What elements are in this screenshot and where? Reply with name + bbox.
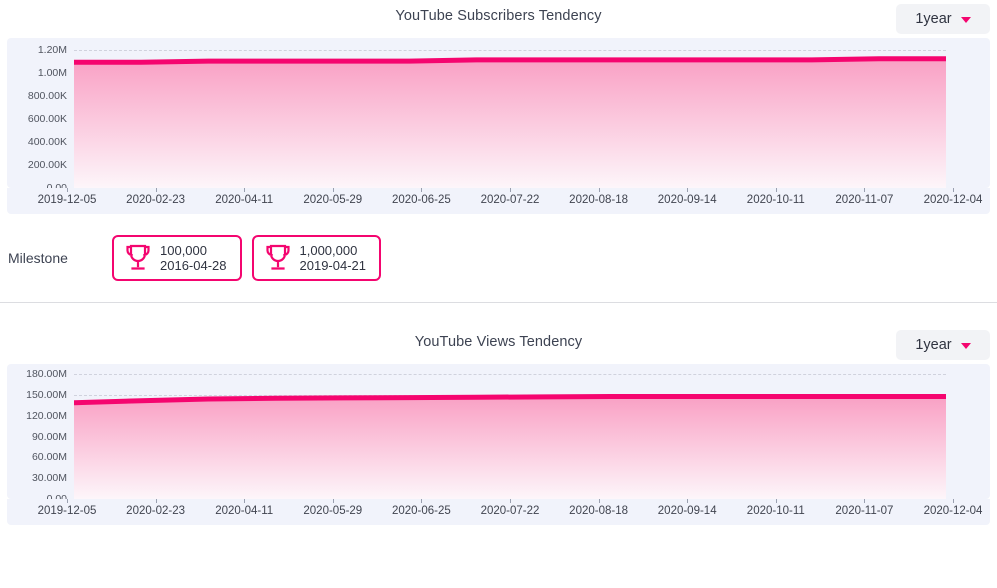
milestone-card[interactable]: 1,000,000 2019-04-21 bbox=[251, 235, 381, 281]
x-axis-tick-mark bbox=[510, 499, 511, 503]
x-axis-tick-mark bbox=[421, 188, 423, 192]
chevron-down-icon bbox=[960, 17, 971, 23]
subscribers-chart-title: YouTube Subscribers Tendency bbox=[395, 8, 602, 24]
x-axis-tick-mark bbox=[67, 499, 68, 503]
y-axis-tick-label: 400.00K bbox=[27, 135, 67, 148]
milestone-value: 1,000,000 bbox=[299, 242, 358, 258]
x-axis-tick-mark bbox=[687, 188, 689, 192]
y-axis-tick-label: 600.00K bbox=[27, 112, 67, 125]
milestone-date: 2019-04-21 bbox=[299, 258, 367, 273]
milestone-date: 2016-04-28 bbox=[160, 258, 227, 273]
x-axis-tick-mark bbox=[864, 188, 866, 192]
x-axis-tick-mark bbox=[155, 188, 157, 192]
x-axis-tick-label: 2020-05-29 bbox=[303, 505, 363, 517]
series-area-fill bbox=[74, 58, 946, 188]
x-axis-tick-label: 2020-11-07 bbox=[835, 505, 894, 517]
x-axis-tick-label: 2020-04-11 bbox=[215, 505, 274, 517]
milestone-card-list: 100,000 2016-04-28 1,000,000 2019-04-21 bbox=[112, 235, 381, 281]
trophy-icon bbox=[265, 244, 290, 270]
subscribers-y-axis: 0.00200.00K400.00K600.00K800.00K1.00M1.2… bbox=[7, 38, 72, 194]
y-axis-tick-label: 800.00K bbox=[27, 89, 67, 102]
x-axis-tick-mark bbox=[687, 499, 689, 503]
y-axis-tick-label: 120.00M bbox=[26, 409, 67, 422]
subscribers-plot bbox=[74, 38, 946, 189]
y-axis-tick-label: 30.00M bbox=[31, 472, 67, 485]
x-axis-tick-label: 2020-09-14 bbox=[657, 505, 717, 517]
x-axis-tick-label: 2020-02-23 bbox=[126, 505, 186, 517]
chart-series-graphic bbox=[74, 38, 946, 188]
x-axis-tick-mark bbox=[155, 499, 157, 503]
subscribers-x-axis: 2019-12-05 2020-02-23 2020-04-11 2020-05-29… bbox=[7, 188, 990, 214]
x-axis-tick-label: 2020-06-25 bbox=[391, 505, 451, 517]
x-axis-tick-mark bbox=[598, 188, 600, 192]
x-axis-tick-label: 2020-12-04 bbox=[923, 505, 983, 517]
subscribers-range-dropdown[interactable]: 1year bbox=[896, 4, 990, 34]
x-axis-tick-mark bbox=[244, 499, 246, 503]
subscribers-panel: YouTube Subscribers Tendency 1year 0.002… bbox=[0, 0, 997, 326]
x-axis-tick-mark bbox=[775, 188, 777, 192]
x-axis-tick-label: 2020-10-11 bbox=[746, 505, 805, 517]
series-line bbox=[74, 59, 946, 62]
views-panel: YouTube Views Tendency 1year 0.0030.00M6… bbox=[0, 326, 997, 525]
x-axis-tick-mark bbox=[510, 188, 511, 192]
y-axis-tick-label: 1.00M bbox=[37, 66, 67, 79]
x-axis-tick-label: 2020-05-29 bbox=[303, 194, 363, 206]
chart-series-graphic bbox=[74, 364, 946, 499]
x-axis-tick-label: 2020-10-11 bbox=[746, 194, 805, 206]
series-area-fill bbox=[74, 396, 946, 499]
y-axis-tick-label: 60.00M bbox=[31, 451, 67, 464]
views-range-label: 1year bbox=[915, 337, 952, 353]
x-axis-tick-label: 2020-08-18 bbox=[569, 505, 629, 517]
chevron-down-icon bbox=[960, 343, 971, 349]
subscribers-chart-plot-area: 0.00200.00K400.00K600.00K800.00K1.00M1.2… bbox=[7, 38, 990, 194]
x-axis-tick-label: 2019-12-05 bbox=[37, 505, 97, 517]
views-y-axis: 0.0030.00M60.00M90.00M120.00M150.00M180.… bbox=[7, 364, 72, 505]
x-axis-tick-mark bbox=[67, 188, 68, 192]
subscribers-chart-header: YouTube Subscribers Tendency 1year bbox=[0, 0, 997, 38]
x-axis-tick-mark bbox=[244, 188, 246, 192]
milestone-card[interactable]: 100,000 2016-04-28 bbox=[112, 235, 242, 281]
y-axis-tick-label: 180.00M bbox=[26, 368, 67, 381]
views-plot bbox=[74, 364, 946, 500]
views-range-dropdown[interactable]: 1year bbox=[896, 330, 990, 360]
y-axis-tick-label: 1.20M bbox=[37, 43, 67, 56]
x-axis-tick-mark bbox=[953, 188, 954, 192]
views-chart-plot-area: 0.0030.00M60.00M90.00M120.00M150.00M180.… bbox=[7, 364, 990, 505]
views-chart-header: YouTube Views Tendency 1year bbox=[0, 326, 997, 364]
trophy-icon bbox=[126, 244, 150, 270]
x-axis-tick-label: 2020-08-18 bbox=[569, 194, 629, 206]
x-axis-tick-mark bbox=[953, 499, 954, 503]
x-axis-tick-label: 2020-07-22 bbox=[480, 505, 540, 517]
x-axis-tick-label: 2020-07-22 bbox=[480, 194, 540, 206]
subscribers-range-label: 1year bbox=[915, 11, 952, 27]
x-axis-tick-mark bbox=[864, 499, 866, 503]
x-axis-tick-label: 2020-02-23 bbox=[126, 194, 186, 206]
x-axis-tick-label: 2020-04-11 bbox=[215, 194, 274, 206]
views-x-axis: 2019-12-05 2020-02-23 2020-04-11 2020-05-29… bbox=[7, 499, 990, 525]
milestone-value: 100,000 bbox=[160, 242, 207, 258]
milestone-row: Milestone 100,000 2016-04-28 1,000,000 2019… bbox=[0, 214, 997, 302]
x-axis-tick-label: 2019-12-05 bbox=[37, 194, 97, 206]
y-axis-tick-label: 150.00M bbox=[26, 389, 67, 402]
x-axis-tick-mark bbox=[775, 499, 777, 503]
x-axis-tick-mark bbox=[332, 188, 334, 192]
milestone-label: Milestone bbox=[8, 250, 68, 266]
y-axis-tick-label: 90.00M bbox=[31, 430, 67, 443]
x-axis-tick-label: 2020-09-14 bbox=[657, 194, 717, 206]
x-axis-tick-mark bbox=[332, 499, 334, 503]
x-axis-tick-mark bbox=[421, 499, 423, 503]
views-chart-title: YouTube Views Tendency bbox=[414, 334, 583, 350]
y-axis-tick-label: 200.00K bbox=[27, 158, 67, 171]
x-axis-tick-label: 2020-06-25 bbox=[391, 194, 451, 206]
x-axis-tick-label: 2020-11-07 bbox=[835, 194, 894, 206]
x-axis-tick-mark bbox=[598, 499, 600, 503]
x-axis-tick-label: 2020-12-04 bbox=[923, 194, 983, 206]
